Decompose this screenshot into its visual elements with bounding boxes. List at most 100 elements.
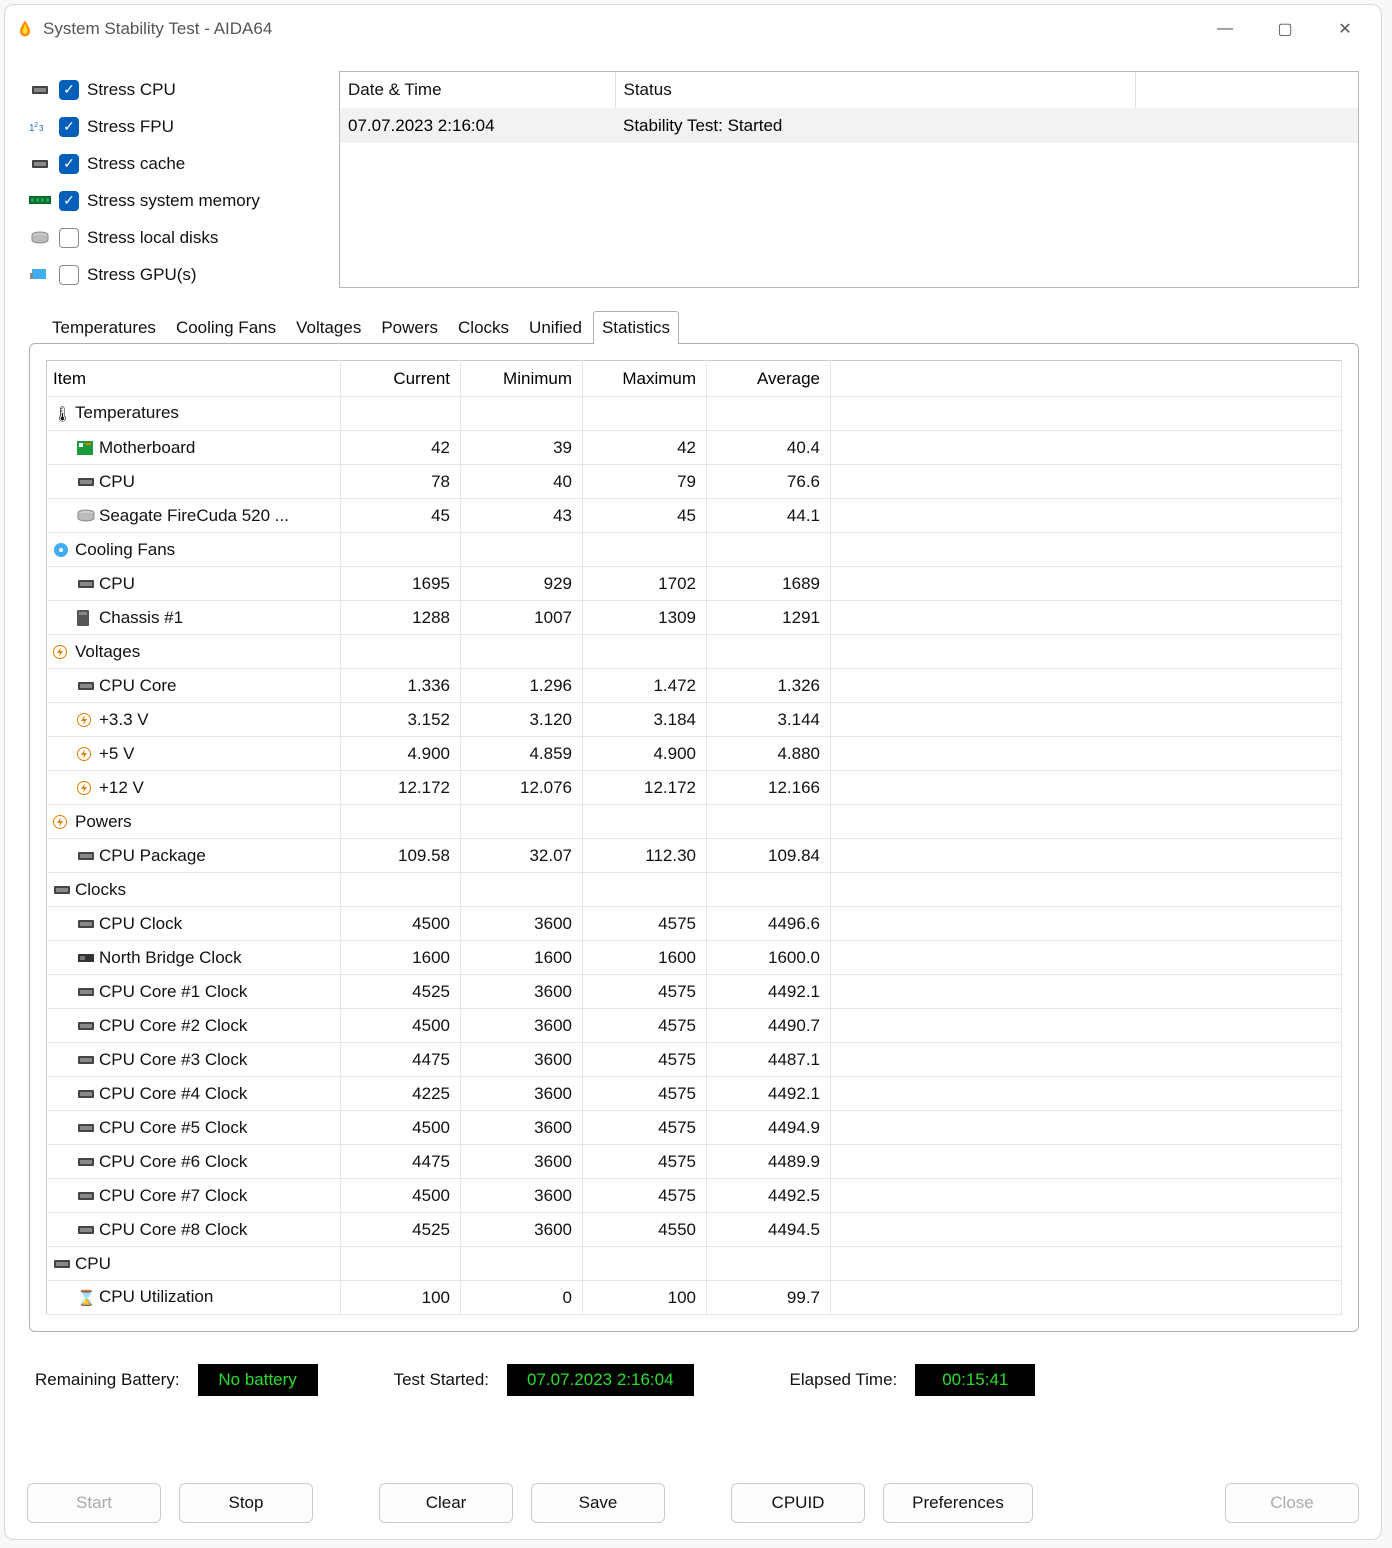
stats-current: 1600 [341,941,461,975]
stats-group[interactable]: 🌡Temperatures [47,397,1342,431]
tab-temperatures[interactable]: Temperatures [43,311,165,344]
stats-row[interactable]: Motherboard42394240.4 [47,431,1342,465]
stats-item-label: CPU Core #5 Clock [47,1111,341,1145]
tab-cooling-fans[interactable]: Cooling Fans [167,311,285,344]
stress-option-5[interactable]: Stress GPU(s) [29,256,315,293]
stats-current: 4525 [341,1213,461,1247]
stress-checkbox[interactable] [59,191,79,211]
stats-average [707,1247,831,1281]
row-icon: ⌛ [77,1288,95,1308]
row-icon [77,578,95,590]
col-current[interactable]: Current [341,361,461,397]
stats-current: 1.336 [341,669,461,703]
stats-minimum [461,397,583,431]
close-bottom-button[interactable]: Close [1225,1483,1359,1523]
svg-text:2: 2 [34,122,38,129]
stats-row[interactable]: CPU Core #2 Clock4500360045754490.7 [47,1009,1342,1043]
stats-row[interactable]: CPU78407976.6 [47,465,1342,499]
tab-statistics[interactable]: Statistics [593,311,679,344]
stress-checkbox[interactable] [59,154,79,174]
stats-maximum: 4575 [583,975,707,1009]
stats-row[interactable]: CPU Core #7 Clock4500360045754492.5 [47,1179,1342,1213]
stats-row[interactable]: CPU Core #4 Clock4225360045754492.1 [47,1077,1342,1111]
stress-option-1[interactable]: 123Stress FPU [29,108,315,145]
stats-row[interactable]: CPU Clock4500360045754496.6 [47,907,1342,941]
stats-row[interactable]: +12 V12.17212.07612.17212.166 [47,771,1342,805]
tab-powers[interactable]: Powers [372,311,447,344]
stats-minimum: 3600 [461,1213,583,1247]
stats-group[interactable]: Cooling Fans [47,533,1342,567]
stats-maximum [583,805,707,839]
stats-row[interactable]: CPU Core #5 Clock4500360045754494.9 [47,1111,1342,1145]
stats-row[interactable]: CPU Package109.5832.07112.30109.84 [47,839,1342,873]
stats-maximum: 1600 [583,941,707,975]
row-icon [77,1122,95,1134]
stats-maximum: 1.472 [583,669,707,703]
stats-item-label: Voltages [47,635,341,669]
stats-current: 78 [341,465,461,499]
stress-option-3[interactable]: Stress system memory [29,182,315,219]
stats-average: 109.84 [707,839,831,873]
log-row-datetime: 07.07.2023 2:16:04 [340,108,615,143]
tab-clocks[interactable]: Clocks [449,311,518,344]
stats-maximum: 4575 [583,1009,707,1043]
stop-button[interactable]: Stop [179,1483,313,1523]
stats-average [707,805,831,839]
tab-unified[interactable]: Unified [520,311,591,344]
stats-row[interactable]: CPU Core #1 Clock4525360045754492.1 [47,975,1342,1009]
stats-row[interactable]: North Bridge Clock1600160016001600.0 [47,941,1342,975]
cpuid-button[interactable]: CPUID [731,1483,865,1523]
stats-row[interactable]: CPU169592917021689 [47,567,1342,601]
stats-row[interactable]: ⌛CPU Utilization100010099.7 [47,1281,1342,1315]
tab-voltages[interactable]: Voltages [287,311,370,344]
save-button[interactable]: Save [531,1483,665,1523]
row-icon [77,1156,95,1168]
stats-minimum: 32.07 [461,839,583,873]
preferences-button[interactable]: Preferences [883,1483,1033,1523]
row-icon [77,1054,95,1066]
stats-row[interactable]: +3.3 V3.1523.1203.1843.144 [47,703,1342,737]
col-minimum[interactable]: Minimum [461,361,583,397]
stress-checkbox[interactable] [59,80,79,100]
maximize-button[interactable]: ▢ [1255,11,1315,47]
log-col-status[interactable]: Status [615,72,1135,108]
stats-row[interactable]: CPU Core #8 Clock4525360045504494.5 [47,1213,1342,1247]
stats-row[interactable]: +5 V4.9004.8594.9004.880 [47,737,1342,771]
stats-average: 40.4 [707,431,831,465]
stress-label: Stress FPU [87,117,174,137]
start-button[interactable]: Start [27,1483,161,1523]
clear-button[interactable]: Clear [379,1483,513,1523]
stats-group[interactable]: Clocks [47,873,1342,907]
col-maximum[interactable]: Maximum [583,361,707,397]
close-button[interactable]: ✕ [1315,11,1375,47]
stats-group[interactable]: Powers [47,805,1342,839]
stats-maximum: 12.172 [583,771,707,805]
stats-minimum: 0 [461,1281,583,1315]
log-col-datetime[interactable]: Date & Time [340,72,615,108]
stats-minimum: 12.076 [461,771,583,805]
stats-row[interactable]: Chassis #11288100713091291 [47,601,1342,635]
stats-row[interactable]: CPU Core #3 Clock4475360045754487.1 [47,1043,1342,1077]
stats-group[interactable]: Voltages [47,635,1342,669]
stats-current: 45 [341,499,461,533]
log-row[interactable]: 07.07.2023 2:16:04 Stability Test: Start… [340,108,1358,143]
col-item[interactable]: Item [47,361,341,397]
stress-option-2[interactable]: Stress cache [29,145,315,182]
row-icon [77,952,95,964]
stress-option-4[interactable]: Stress local disks [29,219,315,256]
stats-row[interactable]: CPU Core1.3361.2961.4721.326 [47,669,1342,703]
minimize-button[interactable]: — [1195,11,1255,47]
stress-checkbox[interactable] [59,228,79,248]
row-icon [77,509,95,523]
stress-checkbox[interactable] [59,117,79,137]
col-average[interactable]: Average [707,361,831,397]
app-window: System Stability Test - AIDA64 — ▢ ✕ Str… [4,4,1382,1540]
stress-option-0[interactable]: Stress CPU [29,71,315,108]
stats-row[interactable]: Seagate FireCuda 520 ...45434544.1 [47,499,1342,533]
stats-row[interactable]: CPU Core #6 Clock4475360045754489.9 [47,1145,1342,1179]
statistics-table: Item Current Minimum Maximum Average 🌡Te… [46,360,1342,1315]
stats-current: 4225 [341,1077,461,1111]
stats-group[interactable]: CPU [47,1247,1342,1281]
stress-checkbox[interactable] [59,265,79,285]
stats-average: 4489.9 [707,1145,831,1179]
